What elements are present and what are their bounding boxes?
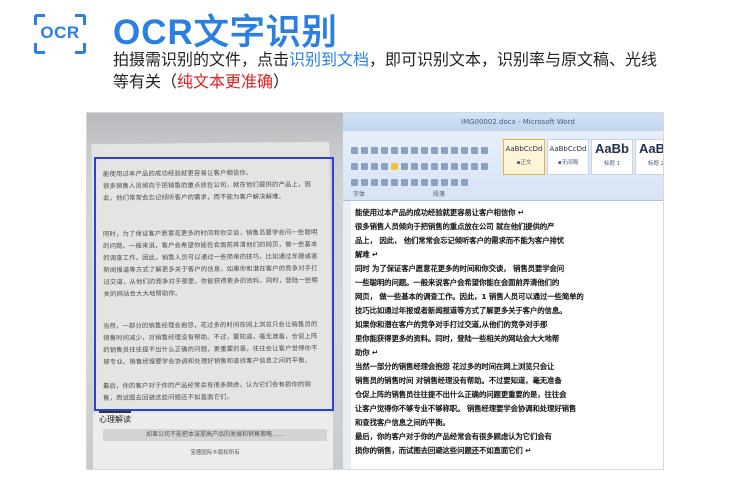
- doc-line: 让客户觉得你不够专业不够称职。 销售经理要学会协调和处理好销售: [355, 404, 577, 413]
- style-sample: AaBb: [639, 141, 663, 156]
- doc-line: 网页， 做一些基本的调查工作。因此，1 销售人员可以通过一些简单的: [355, 292, 584, 301]
- ocr-icon-label: OCR: [40, 23, 80, 42]
- doc-line: 品上， 因此， 他们常常会忘记倾听客户的需求而不能为客户排忧: [355, 236, 565, 245]
- plain-text-note: 纯文本更准确: [177, 72, 274, 91]
- style-normal[interactable]: AaBbCcDd ▪正文: [503, 139, 545, 175]
- word-title-bar: IMG00002.docx - Microsoft Word: [343, 113, 663, 131]
- style-sample: AaBb: [595, 141, 629, 156]
- document-photo: 能使用过本产品的成功经验就更容易让客户相信你。 很多销售人员倾向于把销售的重点放…: [87, 113, 343, 469]
- doc-line: 一些聪明的问题。一般来说客户会希望你能在会面前弄清他们的: [355, 278, 560, 287]
- doc-line: 助你 ↵: [355, 348, 379, 357]
- doc-line: 里你能获得更多的资料。同时，登陆一些相关的网站会大大地帮: [355, 334, 560, 343]
- font-group-label: 字体: [353, 191, 366, 198]
- word-ribbon: 字体 段落 AaBbCcDd ▪正文 AaBbCcDd ▪无间隔 AaBb 标题…: [343, 131, 664, 201]
- doc-line: 和查找客户信息之间的平衡。: [355, 418, 450, 427]
- doc-line: 损你的销售，而试图去回避这些问题还不如直面它们 ↵: [355, 446, 532, 455]
- desc-text-1: 拍摄需识别的文件，点击: [113, 50, 290, 69]
- style-name: 标题 1: [603, 161, 621, 167]
- doc-line: 销售员的销售时间 对销售经理没有帮助。不过要知道，毫无准备: [355, 376, 562, 385]
- scan-corner-br: [75, 43, 86, 54]
- style-name: 标题 2: [647, 161, 664, 167]
- ocr-demo-screenshot: 能使用过本产品的成功经验就更容易让客户相信你。 很多销售人员倾向于把销售的重点放…: [86, 112, 664, 470]
- doc-line: 如果你和潜在客户的竞争对手打过交道,从他们的竞争对手那: [355, 320, 548, 329]
- style-sample: AaBbCcDd: [549, 145, 587, 153]
- scan-corner-bl: [34, 43, 45, 54]
- doc-line: 能使用过本产品的成功经验就更容易让客户相信你 ↵: [355, 208, 524, 217]
- word-window: IMG00002.docx - Microsoft Word 字体 段落 AaB…: [343, 113, 664, 469]
- doc-line: 技巧比如通过年报或者新闻报道等方式了解更多关于客户的信息。: [355, 306, 567, 315]
- feature-description: 拍摄需识别的文件，点击识别到文档，即可识别文本，识别率与原文稿、光线等有关（纯文…: [113, 49, 673, 93]
- book-footer-band: 如果公司不能把本该提高产品的发展和销售策略……: [103, 429, 327, 441]
- vertical-ruler: [343, 201, 351, 469]
- copyright-credit: 宝德国际®版权所有: [190, 450, 240, 456]
- style-sample: AaBbCcDd: [505, 145, 543, 153]
- style-heading-1[interactable]: AaBb 标题 1: [591, 139, 633, 175]
- style-name: ▪无间隔: [557, 160, 579, 166]
- doc-line: 很多销售人员倾向于把销售的重点放在公司 就在他们提供的产: [355, 222, 555, 231]
- ribbon-toolbar-row[interactable]: [351, 155, 501, 170]
- doc-line: 最后，你的客户对于你的产品经常会有很多顾虑认为它们会有: [355, 432, 552, 441]
- recognize-to-document-link[interactable]: 识别到文档: [289, 50, 369, 69]
- desc-text-3: ）: [273, 72, 290, 91]
- doc-line: 解难 ↵: [355, 250, 379, 259]
- style-name: ▪正文: [516, 160, 532, 166]
- ribbon-toolbar-row[interactable]: [351, 139, 501, 154]
- recognition-selection-box[interactable]: [94, 157, 334, 411]
- ocr-icon: OCR: [34, 14, 86, 54]
- document-body[interactable]: 能使用过本产品的成功经验就更容易让客户相信你 ↵ 很多销售人员倾向于把销售的重点…: [343, 201, 663, 469]
- page-title: OCR文字识别: [113, 13, 338, 52]
- doc-line: 仓促上阵的销售员往往提不出什么正确的问题更重要的是，往往会: [355, 390, 567, 399]
- style-no-spacing[interactable]: AaBbCcDd ▪无间隔: [547, 139, 589, 175]
- ribbon-toolbar-row[interactable]: [351, 171, 501, 186]
- doc-line: 同时 为了保证客户愿意花更多的时间和你交谈， 销售员要学会问: [355, 264, 565, 273]
- paragraph-group-label: 段落: [433, 191, 446, 198]
- style-heading-2[interactable]: AaBb 标题 2: [635, 139, 664, 175]
- book-logo: 心理解读: [99, 411, 131, 425]
- doc-line: 当然一部分的销售经理会抱怨 花过多的时间在网上浏览只会让: [355, 362, 555, 371]
